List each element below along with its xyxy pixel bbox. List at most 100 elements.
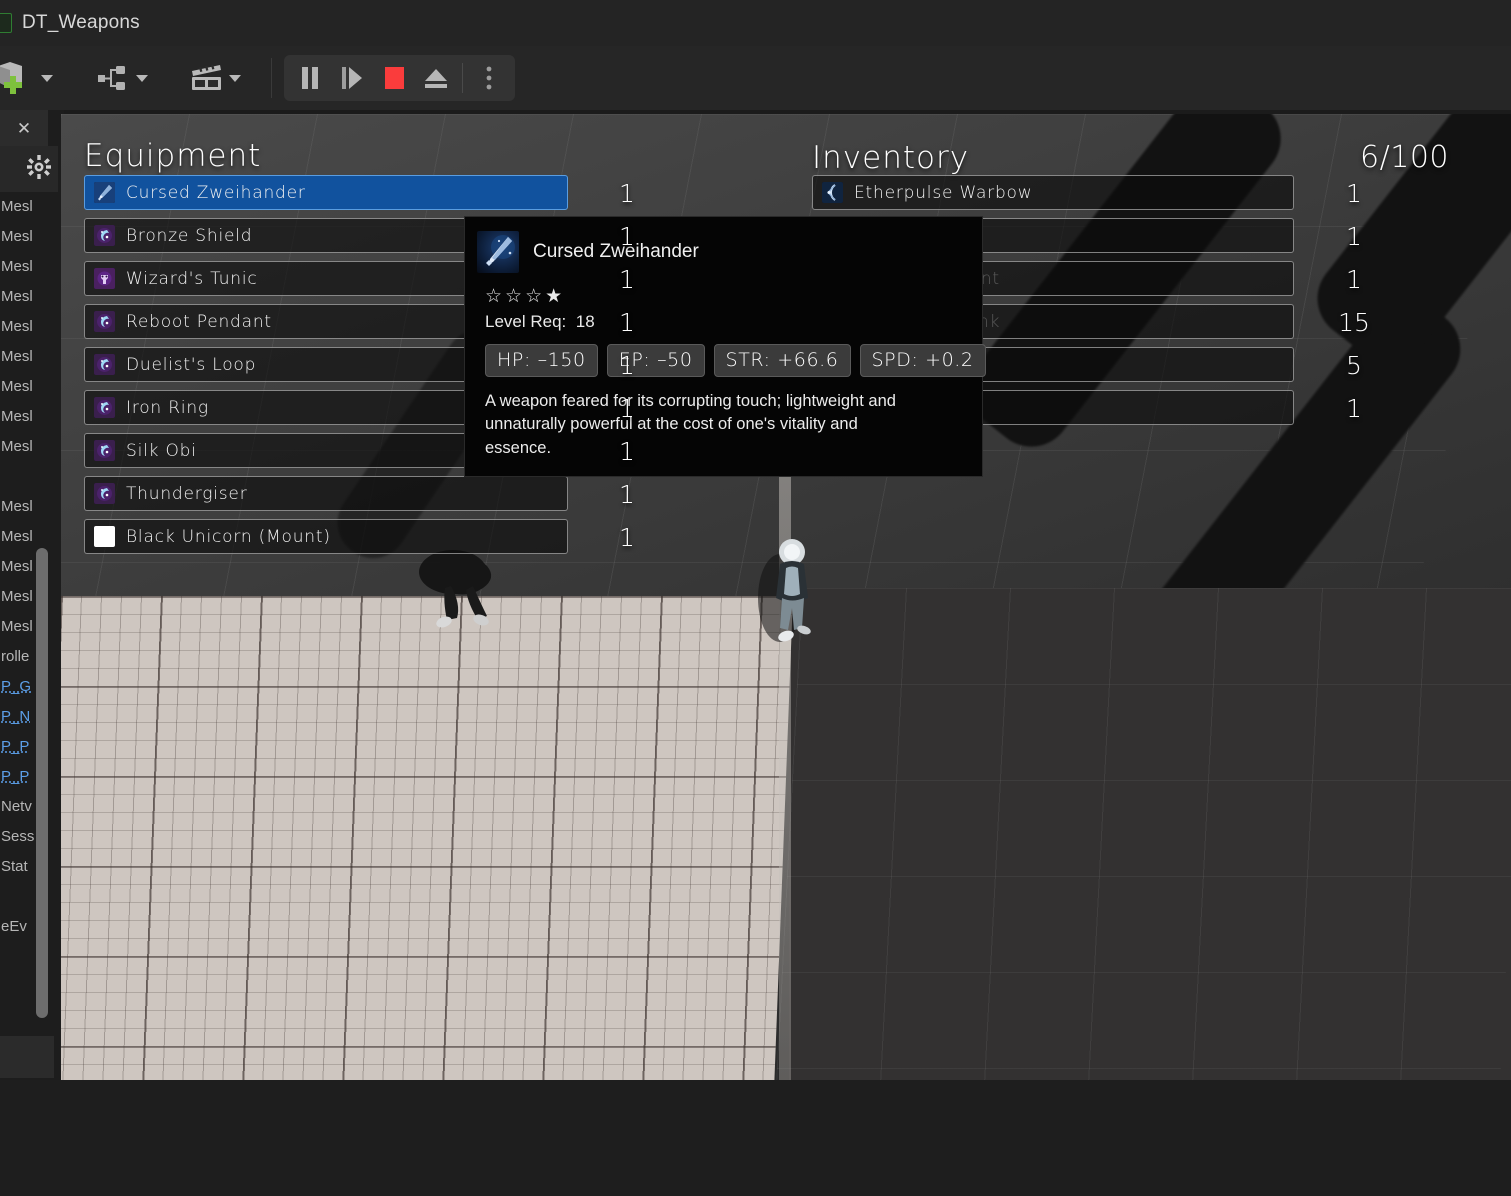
star-icon: ☆ bbox=[485, 286, 503, 307]
toolbar-divider bbox=[271, 58, 272, 98]
slot-quantity: 1 bbox=[619, 222, 635, 251]
tooltip-level-req: Level Req: 18 bbox=[485, 312, 968, 332]
panel-toolbar bbox=[0, 146, 58, 192]
tooltip-header: Cursed Zweihander bbox=[477, 231, 968, 273]
sword-icon bbox=[94, 182, 115, 203]
slot-quantity: 1 bbox=[619, 437, 635, 466]
cinematics-button[interactable] bbox=[184, 55, 247, 101]
close-icon[interactable]: ✕ bbox=[17, 120, 31, 137]
inventory-capacity: 6/100 bbox=[1360, 140, 1449, 175]
panel-row[interactable]: Mesl bbox=[0, 282, 44, 312]
slot-label: Reboot Pendant bbox=[126, 311, 272, 332]
toolbar-left-group bbox=[0, 46, 515, 110]
slot-quantity: 15 bbox=[1338, 308, 1370, 337]
eject-button[interactable] bbox=[416, 58, 456, 98]
transport-divider bbox=[462, 63, 463, 93]
viewport-right-floor bbox=[776, 588, 1511, 1080]
slot-label: Cursed Zweihander bbox=[126, 182, 306, 203]
panel-scrollbar[interactable] bbox=[36, 548, 48, 1018]
slot-quantity: 1 bbox=[1346, 394, 1362, 423]
slot-quantity: 5 bbox=[1346, 351, 1362, 380]
pause-button[interactable] bbox=[290, 58, 330, 98]
panel-row[interactable]: Mesl bbox=[0, 342, 44, 372]
stop-button[interactable] bbox=[374, 58, 414, 98]
title-bar: DT_Weapons bbox=[0, 0, 1511, 46]
slot-label: Wizard's Tunic bbox=[126, 268, 258, 289]
slot-quantity: 1 bbox=[1346, 179, 1362, 208]
tooltip-description: A weapon feared for its corrupting touch… bbox=[485, 392, 896, 457]
slot-label: Iron Ring bbox=[126, 397, 209, 418]
slot-row[interactable]: Etherpulse Warbow bbox=[812, 175, 1294, 210]
pendant-icon bbox=[94, 311, 115, 332]
slot-quantity: 1 bbox=[1346, 222, 1362, 251]
panel-row[interactable]: Mesl bbox=[0, 192, 44, 222]
panel-row[interactable]: Mesl bbox=[0, 402, 44, 432]
tooltip-star-rating: ☆ ☆ ☆ ★ bbox=[485, 287, 968, 306]
main-toolbar bbox=[0, 46, 1511, 110]
clapperboard-icon bbox=[190, 63, 224, 93]
chevron-down-icon bbox=[136, 74, 148, 82]
slot-row[interactable]: Thundergiser bbox=[84, 476, 568, 511]
blueprints-button[interactable] bbox=[91, 55, 154, 101]
chevron-down-icon bbox=[229, 74, 241, 82]
slot-quantity: 1 bbox=[619, 480, 635, 509]
equipment-panel-title: Equipment bbox=[84, 138, 262, 174]
slot-quantity: 1 bbox=[619, 308, 635, 337]
amulet-icon bbox=[94, 483, 115, 504]
inventory-panel-title: Inventory bbox=[812, 140, 970, 176]
ring-icon bbox=[94, 354, 115, 375]
slot-label: Black Unicorn (Mount) bbox=[126, 526, 331, 547]
slot-quantity: 1 bbox=[619, 394, 635, 423]
more-options-button[interactable] bbox=[469, 58, 509, 98]
slot-quantity: 1 bbox=[619, 351, 635, 380]
slot-label: Etherpulse Warbow bbox=[854, 182, 1033, 203]
panel-row[interactable]: Mesl bbox=[0, 312, 44, 342]
slot-label: Duelist's Loop bbox=[126, 354, 257, 375]
tooltip-stat-list: HP: –150 EP: –50 STR: +66.6 SPD: +0.2 bbox=[485, 344, 986, 377]
slot-label: Silk Obi bbox=[126, 440, 197, 461]
panel-tab-strip: ✕ bbox=[0, 110, 48, 146]
tooltip-level-label: Level Req: bbox=[485, 312, 567, 331]
play-transport-controls bbox=[284, 55, 515, 101]
bottom-bar: All›Content›Blueprints›Widgets› Settings bbox=[0, 1080, 1511, 1196]
panel-row[interactable] bbox=[0, 462, 44, 492]
viewport-floor-grid bbox=[61, 596, 793, 1080]
panel-footer bbox=[0, 1036, 54, 1078]
blueprint-node-icon bbox=[97, 65, 131, 91]
slot-quantity: 1 bbox=[619, 523, 635, 552]
panel-row[interactable]: Mesl bbox=[0, 492, 44, 522]
gear-icon[interactable] bbox=[26, 154, 52, 185]
slot-label: Thundergiser bbox=[126, 483, 248, 504]
asset-title: DT_Weapons bbox=[22, 12, 140, 33]
panel-row[interactable]: Mesl bbox=[0, 522, 44, 552]
stat-chip: SPD: +0.2 bbox=[859, 344, 986, 377]
slot-row[interactable]: Cursed Zweihander bbox=[84, 175, 568, 210]
star-icon: ★ bbox=[545, 286, 563, 307]
slot-label: Bronze Shield bbox=[126, 225, 253, 246]
panel-row[interactable]: Mesl bbox=[0, 372, 44, 402]
add-content-button[interactable] bbox=[0, 55, 59, 101]
tooltip-level-value: 18 bbox=[575, 312, 595, 331]
panel-row[interactable]: Mesl bbox=[0, 432, 44, 462]
stat-chip: HP: –150 bbox=[485, 344, 598, 377]
slot-row[interactable]: Black Unicorn (Mount) bbox=[84, 519, 568, 554]
character-model-light bbox=[756, 534, 836, 664]
slot-quantity: 1 bbox=[619, 179, 635, 208]
slot-quantity: 1 bbox=[1346, 265, 1362, 294]
viewport-light-floor bbox=[61, 596, 793, 1080]
bow-icon bbox=[822, 182, 843, 203]
sword-icon bbox=[477, 231, 519, 273]
tunic-icon bbox=[94, 268, 115, 289]
panel-row[interactable]: Mesl bbox=[0, 222, 44, 252]
chevron-down-icon bbox=[41, 74, 53, 82]
star-icon: ☆ bbox=[505, 286, 523, 307]
slot-quantity: 1 bbox=[619, 265, 635, 294]
mount-icon bbox=[94, 526, 115, 547]
stat-chip: STR: +66.6 bbox=[713, 344, 851, 377]
shield-icon bbox=[94, 225, 115, 246]
panel-row[interactable]: Mesl bbox=[0, 252, 44, 282]
viewport-right-grid bbox=[776, 588, 1511, 1080]
add-content-icon bbox=[0, 60, 36, 96]
ring-icon bbox=[94, 397, 115, 418]
frame-advance-button[interactable] bbox=[332, 58, 372, 98]
